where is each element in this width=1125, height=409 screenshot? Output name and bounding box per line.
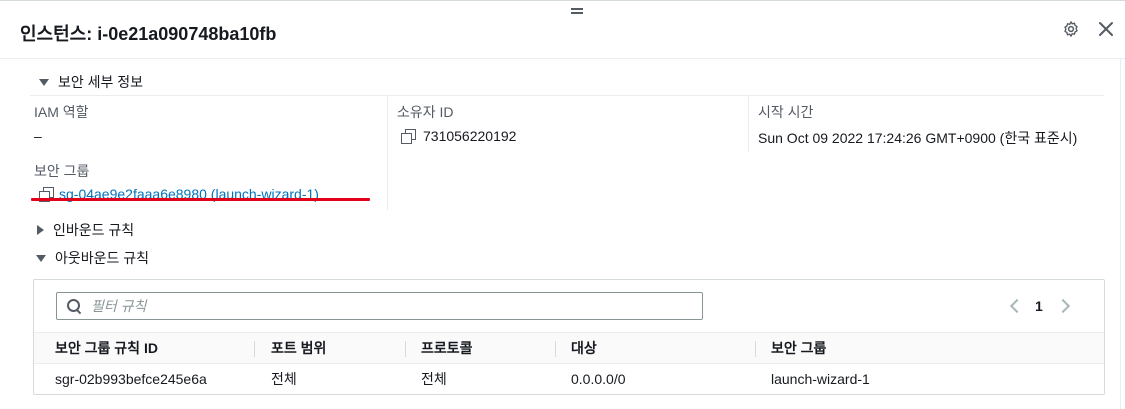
cell-port-range: 전체 [271, 371, 297, 387]
iam-role-value: – [34, 128, 42, 144]
outbound-rules-toggle[interactable]: 아웃바운드 규칙 [36, 248, 149, 268]
highlight-underline [31, 198, 370, 201]
filter-rules-input[interactable] [91, 298, 702, 314]
security-details-title: 보안 세부 정보 [58, 74, 144, 90]
column-separator [748, 96, 749, 152]
caret-down-icon [36, 254, 46, 262]
launch-time-value: Sun Oct 09 2022 17:24:26 GMT+0900 (한국 표준… [758, 130, 1078, 146]
search-icon [67, 299, 81, 313]
page-number[interactable]: 1 [1035, 298, 1043, 314]
close-button[interactable] [1095, 18, 1117, 40]
owner-id-label: 소유자 ID [397, 104, 454, 120]
caret-down-icon [39, 78, 49, 86]
chevron-right-icon[interactable] [1059, 298, 1069, 314]
owner-id-value: 731056220192 [423, 128, 517, 144]
panel-title: 인스턴스: i-0e21a090748ba10fb [20, 24, 277, 44]
column-header-rule-id[interactable]: 보안 그룹 규칙 ID [55, 333, 158, 363]
launch-time-field: 시작 시간 Sun Oct 09 2022 17:24:26 GMT+0900 … [758, 102, 1077, 148]
table-header: 보안 그룹 규칙 ID 포트 범위 프로토콜 대상 보안 그룹 [34, 332, 1104, 364]
pagination: 1 [1009, 294, 1069, 318]
scrollbar-track[interactable] [1120, 59, 1121, 409]
security-groups-label: 보안 그룹 [34, 163, 90, 179]
iam-role-field: IAM 역할 – [34, 102, 89, 144]
column-separator [387, 96, 388, 210]
settings-button[interactable] [1060, 18, 1082, 40]
cell-rule-id: sgr-02b993befce245e6a [55, 371, 207, 387]
filter-box[interactable] [56, 292, 703, 320]
close-icon [1099, 22, 1113, 36]
section-divider [30, 95, 1104, 96]
inbound-rules-title: 인바운드 규칙 [53, 222, 135, 238]
gear-icon [1064, 21, 1078, 37]
column-divider[interactable] [755, 341, 756, 357]
column-header-port-range[interactable]: 포트 범위 [271, 333, 326, 363]
cell-protocol: 전체 [421, 371, 447, 387]
cell-destination: 0.0.0.0/0 [571, 371, 626, 387]
caret-right-icon [37, 225, 44, 235]
chevron-left-icon[interactable] [1009, 298, 1019, 314]
security-details-toggle[interactable]: 보안 세부 정보 [39, 72, 143, 92]
panel-top-border [0, 0, 1125, 4]
cell-security-group: launch-wizard-1 [771, 371, 870, 387]
column-divider[interactable] [555, 341, 556, 357]
column-header-security-group[interactable]: 보안 그룹 [771, 333, 826, 363]
column-header-protocol[interactable]: 프로토콜 [421, 333, 473, 363]
outbound-rules-table: 1 보안 그룹 규칙 ID 포트 범위 프로토콜 대상 보안 그룹 sgr-02… [33, 279, 1105, 395]
inbound-rules-toggle[interactable]: 인바운드 규칙 [37, 220, 134, 240]
iam-role-label: IAM 역할 [34, 104, 89, 120]
table-row: sgr-02b993befce245e6a 전체 전체 0.0.0.0/0 la… [34, 364, 1104, 394]
column-header-destination[interactable]: 대상 [571, 333, 597, 363]
column-divider[interactable] [254, 341, 255, 357]
copy-icon[interactable] [401, 129, 416, 144]
owner-id-field: 소유자 ID 731056220192 [397, 102, 516, 144]
column-divider[interactable] [405, 341, 406, 357]
security-groups-field: 보안 그룹 sg-04ae9e2faaa6e8980 (launch-wizar… [34, 161, 319, 202]
resize-handle-icon[interactable] [571, 8, 583, 14]
launch-time-label: 시작 시간 [758, 104, 814, 120]
panel-header: 인스턴스: i-0e21a090748ba10fb [0, 16, 1125, 48]
outbound-rules-title: 아웃바운드 규칙 [55, 250, 150, 266]
